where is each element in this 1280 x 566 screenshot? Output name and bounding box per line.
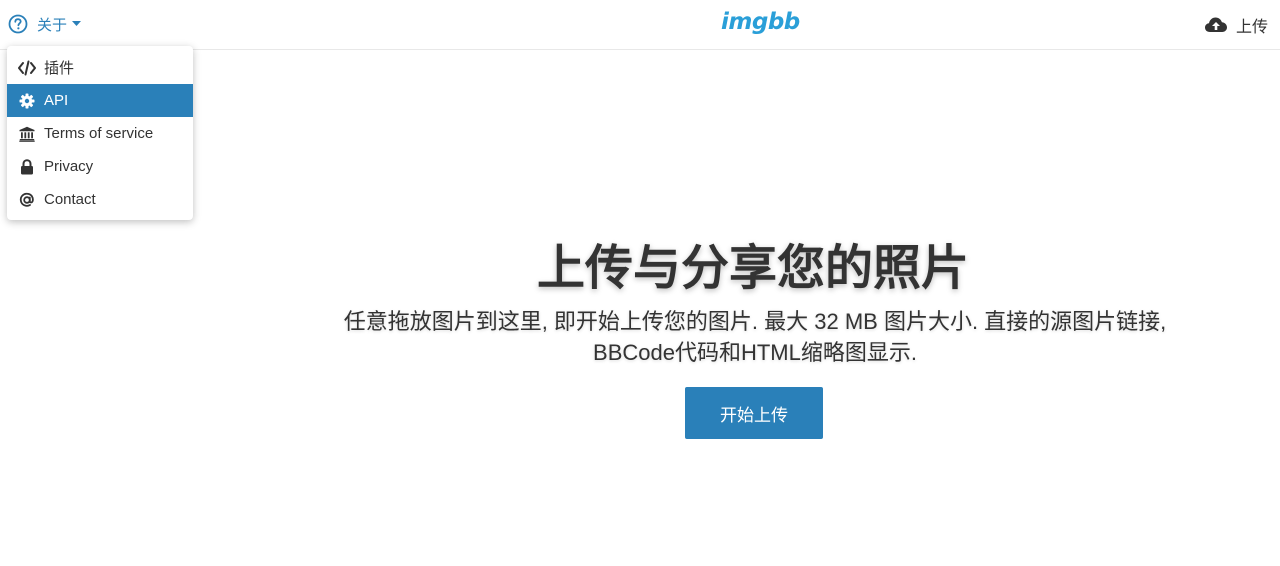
hero-description: 任意拖放图片到这里, 即开始上传您的图片. 最大 32 MB 图片大小. 直接的… xyxy=(343,309,1167,365)
menu-item-api[interactable]: API xyxy=(7,84,193,117)
menu-item-contact[interactable]: Contact xyxy=(7,183,193,216)
menu-item-label: Terms of service xyxy=(44,125,154,142)
about-dropdown-menu: 插件 API Terms of service Privacy Contact xyxy=(7,46,193,220)
cloud-upload-icon xyxy=(1204,15,1228,35)
menu-item-terms[interactable]: Terms of service xyxy=(7,117,193,150)
start-upload-button[interactable]: 开始上传 xyxy=(685,387,823,439)
about-label: 关于 xyxy=(37,16,68,34)
logo[interactable]: imgbb xyxy=(721,9,800,35)
hero-title: 上传与分享您的照片 xyxy=(536,242,969,295)
upload-label: 上传 xyxy=(1235,19,1268,36)
menu-item-plugins[interactable]: 插件 xyxy=(7,51,193,84)
upload-button[interactable]: 上传 xyxy=(1204,13,1268,37)
about-menu-toggle[interactable]: 关于 xyxy=(8,12,82,36)
caret-down-icon xyxy=(72,21,82,27)
menu-item-label: API xyxy=(44,92,69,109)
menu-item-label: Privacy xyxy=(44,158,94,175)
bank-icon xyxy=(18,125,36,143)
lock-icon xyxy=(18,158,36,176)
menu-item-label: 插件 xyxy=(44,60,75,77)
menu-item-privacy[interactable]: Privacy xyxy=(7,150,193,183)
code-icon xyxy=(18,59,36,77)
question-circle-icon xyxy=(8,14,28,34)
gear-icon xyxy=(18,92,36,110)
top-bar: 关于 imgbb 上传 xyxy=(0,0,1280,50)
at-icon xyxy=(18,191,36,209)
menu-item-label: Contact xyxy=(44,191,96,208)
